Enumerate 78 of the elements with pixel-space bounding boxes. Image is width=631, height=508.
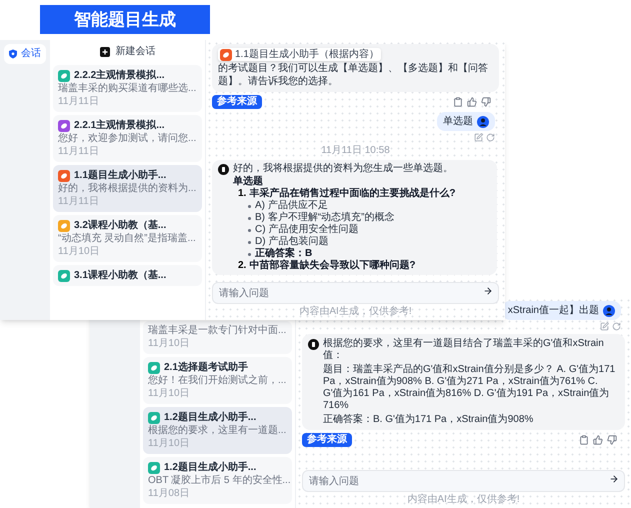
question-text: 中苗部容量缺失会导致以下哪种问题? bbox=[249, 260, 416, 272]
conversation-preview: 瑞盖丰采是一款专门针对中面... bbox=[148, 325, 287, 337]
edit-icon[interactable] bbox=[600, 322, 609, 331]
question-number: 1. bbox=[238, 188, 246, 200]
thumbs-down-icon[interactable] bbox=[607, 435, 617, 445]
user-message: 单选题 bbox=[443, 115, 473, 128]
conversation-title: 3.1课程小助教（基... bbox=[74, 269, 166, 282]
bot-avatar-icon bbox=[218, 164, 229, 175]
user-avatar-icon bbox=[603, 304, 615, 316]
thumbs-up-icon[interactable] bbox=[467, 97, 477, 107]
conversation-title: 1.2题目生成小助手... bbox=[164, 461, 256, 474]
answer-option: D) 产品包装问题 bbox=[255, 236, 328, 248]
quiz-heading: 单选题 bbox=[232, 175, 264, 188]
conversation-card[interactable]: 3.2课程小助教（基... “动态填充 灵动自然”是指瑞盖... 11月10日 bbox=[53, 215, 202, 262]
conversation-title: 1.2题目生成小助手... bbox=[164, 411, 256, 424]
conversation-date: 11月10日 bbox=[148, 338, 191, 350]
answer-option: C) 产品使用安全性问题 bbox=[255, 224, 358, 236]
thumbs-up-icon[interactable] bbox=[593, 435, 603, 445]
conversation-date: 11月08日 bbox=[148, 488, 191, 500]
send-icon[interactable] bbox=[609, 474, 619, 484]
source-button[interactable]: 参考来源 bbox=[302, 433, 352, 447]
copy-icon[interactable] bbox=[453, 97, 463, 107]
disclaimer: 内容由AI生成，仅供参考! bbox=[407, 494, 520, 506]
bot-avatar-icon bbox=[308, 339, 319, 350]
conversation-preview: 根据您的要求，这里有一道题... bbox=[148, 425, 287, 437]
conversation-card[interactable]: 2.2.1主观情景模拟... 您好，欢迎参加测试，请问您... 11月11日 bbox=[53, 115, 202, 162]
source-button[interactable]: 参考来源 bbox=[212, 95, 262, 109]
conversation-preview: 瑞盖丰采的购买渠道有哪些选... bbox=[58, 83, 197, 95]
message-text: 题目：瑞盖丰采产品的G'值和xStrain值分别是多少？ A. G'值为171 Pa，xStrain值为908% B. G'值为271 Pa，xStrain值为761% C. G'值为161 Pa，xStrain值为816% D. G'值为191 Pa，xStrain值为716% bbox=[323, 364, 616, 412]
new-chat-link[interactable]: 新建会话 bbox=[116, 46, 156, 58]
user-avatar-icon bbox=[477, 116, 489, 128]
conversation-card[interactable]: 1.2题目生成小助手... OBT 凝胶上市后 5 年的安全性... 11月08日 bbox=[143, 457, 292, 504]
message-text: 正确答案：B. G'值为171 Pa，xStrain值为908% bbox=[323, 414, 534, 426]
message-text: 的考试题目？我们可以生成【单选题】、【多选题】和【问答题】。请告诉我您的选择。 bbox=[218, 62, 489, 88]
conversation-title: 2.2.1主观情景模拟... bbox=[74, 119, 165, 132]
conversation-title: 3.2课程小助教（基... bbox=[74, 219, 166, 232]
thumbs-down-icon[interactable] bbox=[481, 97, 491, 107]
conversation-card[interactable]: 2.2.2主观情景模拟... 瑞盖丰采的购买渠道有哪些选... 11月11日 bbox=[53, 65, 202, 112]
conversation-preview: 好的，我将根据提供的资料为... bbox=[58, 183, 197, 195]
conversation-card[interactable]: 1.1题目生成小助手... 好的，我将根据提供的资料为... 11月11日 bbox=[53, 165, 202, 212]
message-text: 根据您的要求，这里有一道题目结合了瑞盖丰采的G'值和xStrain值： bbox=[323, 338, 605, 362]
timestamp: 11月11日 10:58 bbox=[321, 145, 390, 157]
correct-answer: 正确答案：B bbox=[255, 248, 312, 259]
answer-option: B) 客户不理解“动态填充”的概念 bbox=[255, 212, 394, 224]
conversation-title: 2.1选择题考试助手 bbox=[164, 361, 248, 374]
conversation-title: 1.1题目生成小助手... bbox=[74, 169, 166, 182]
banner-title: 智能题目生成 bbox=[74, 8, 176, 31]
conversation-card[interactable]: 2.1选择题考试助手 您好！在我们开始测试之前，... 11月10日 bbox=[143, 357, 292, 404]
shield-icon bbox=[8, 49, 18, 59]
conversation-preview: 您好，欢迎参加测试，请问您... bbox=[58, 133, 197, 145]
edit-icon[interactable] bbox=[474, 133, 483, 142]
assistant-name: 1.1题目生成小助手（根据内容） bbox=[235, 48, 379, 61]
user-message: xStrain值一起】出题 bbox=[508, 304, 599, 317]
conversation-preview: 您好！在我们开始测试之前，... bbox=[148, 375, 287, 387]
conversation-title: 2.2.2主观情景模拟... bbox=[74, 69, 165, 82]
conversation-date: 11月11日 bbox=[58, 96, 100, 108]
question-text: 丰采产品在销售过程中面临的主要挑战是什么? bbox=[249, 188, 456, 200]
regenerate-icon[interactable] bbox=[486, 133, 495, 142]
nav-item[interactable]: 会话 bbox=[4, 44, 46, 64]
conversation-card[interactable]: 1.2题目生成小助手... 根据您的要求，这里有一道题... 11月10日 bbox=[143, 407, 292, 454]
conversation-date: 11月10日 bbox=[148, 438, 191, 450]
question-number: 2. bbox=[238, 260, 246, 272]
conversation-preview: “动态填充 灵动自然”是指瑞盖... bbox=[58, 233, 197, 245]
message-text: 好的，我将根据提供的资料为您生成一些单选题。 bbox=[233, 163, 453, 175]
conversation-date: 11月10日 bbox=[148, 388, 191, 400]
new-chat-icon[interactable] bbox=[100, 47, 110, 57]
disclaimer: 内容由AI生成，仅供参考! bbox=[299, 306, 412, 318]
send-icon[interactable] bbox=[483, 286, 493, 296]
conversation-card[interactable]: 瑞盖丰采是一款专门针对中面... 11月10日 bbox=[143, 321, 292, 354]
question-input[interactable]: 请输入问题 bbox=[302, 470, 625, 492]
conversation-card[interactable]: 3.1课程小助教（基... bbox=[53, 265, 202, 286]
question-input[interactable]: 请输入问题 bbox=[212, 282, 499, 304]
conversation-date: 11月11日 bbox=[58, 196, 100, 208]
copy-icon[interactable] bbox=[579, 435, 589, 445]
conversation-date: 11月10日 bbox=[58, 246, 101, 258]
conversation-date: 11月11日 bbox=[58, 146, 100, 158]
regenerate-icon[interactable] bbox=[612, 322, 621, 331]
answer-option: A) 产品供应不足 bbox=[255, 200, 328, 212]
